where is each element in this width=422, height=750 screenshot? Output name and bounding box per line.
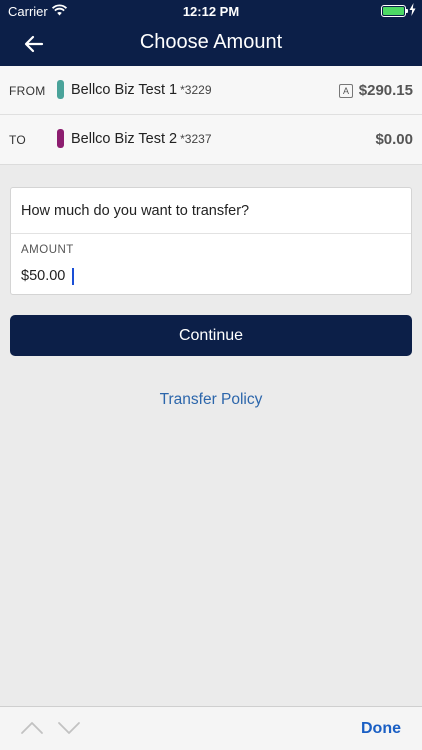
chevron-up-icon[interactable] [20,721,44,735]
from-account-balance: $290.15 [358,82,413,99]
navigation-bar: Choose Amount [0,22,422,66]
card-divider [11,233,411,234]
transfer-accounts: FROM Bellco Biz Test 1 *3229 A $290.15 TO… [0,66,422,165]
to-account-number: *3237 [180,132,212,146]
to-account-color-bar [57,129,64,148]
charging-bolt-icon [409,3,416,16]
transfer-question: How much do you want to transfer? [21,203,250,219]
from-account-name: Bellco Biz Test 1 *3229 [71,82,212,98]
continue-button[interactable]: Continue [10,315,412,356]
battery-cap [406,9,408,13]
app-header: Carrier 12:12 PM Choose Amount [0,0,422,66]
amount-input[interactable] [20,266,400,286]
amount-card: How much do you want to transfer? AMOUNT [10,187,412,295]
to-label: TO [9,133,27,147]
text-caret [72,268,74,285]
from-label: FROM [9,84,46,98]
from-account-name-text: Bellco Biz Test 1 [71,82,178,98]
status-bar: Carrier 12:12 PM [0,0,422,22]
from-account-color-bar [57,80,64,99]
done-button[interactable]: Done [361,720,401,738]
available-badge-icon: A [339,84,353,98]
page-title: Choose Amount [139,31,283,53]
battery-icon [381,5,406,17]
to-account-row[interactable]: TO Bellco Biz Test 2 *3237 $0.00 [0,115,422,164]
from-account-number: *3229 [180,83,212,97]
status-time: 12:12 PM [182,4,240,19]
amount-label: AMOUNT [21,244,74,256]
transfer-policy-link[interactable]: Transfer Policy [0,391,422,409]
from-account-row[interactable]: FROM Bellco Biz Test 1 *3229 A $290.15 [0,66,422,115]
chevron-down-icon[interactable] [57,721,81,735]
battery-level [383,7,404,15]
to-account-name: Bellco Biz Test 2 *3237 [71,131,212,147]
keyboard-toolbar: Done [0,706,422,750]
to-account-name-text: Bellco Biz Test 2 [71,131,178,147]
to-account-balance: $0.00 [375,131,413,148]
